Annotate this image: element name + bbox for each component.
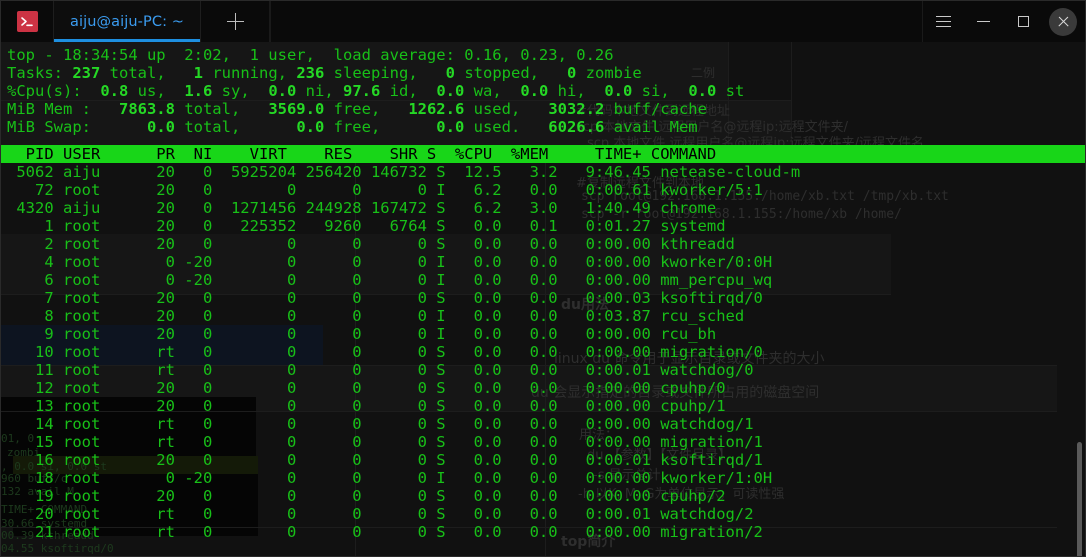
scrollbar-thumb[interactable]	[1077, 442, 1082, 556]
process-row[interactable]: 5062 aiju 20 0 5925204 256420 146732 S 1…	[7, 163, 800, 181]
minimize-icon	[976, 20, 990, 23]
process-row[interactable]: 10 root rt 0 0 0 0 S 0.0 0.0 0:00.00 mig…	[7, 343, 763, 361]
tab-active[interactable]: aiju@aiju-PC: ~	[53, 1, 202, 42]
metric-label: MiB Swap:	[7, 118, 147, 136]
process-row[interactable]: 9 root 20 0 0 0 0 I 0.0 0.0 0:00.00 rcu_…	[7, 325, 716, 343]
metric-value: 1	[193, 64, 203, 82]
process-row[interactable]: 15 root rt 0 0 0 0 S 0.0 0.0 0:00.00 mig…	[7, 433, 763, 451]
process-row[interactable]: 13 root 20 0 0 0 0 S 0.0 0.0 0:00.00 cpu…	[7, 397, 726, 415]
metric-value: 0	[566, 64, 577, 82]
app-icon-button[interactable]	[1, 1, 53, 42]
window-controls	[923, 1, 1085, 42]
metric-label: sy,	[212, 82, 269, 100]
close-icon	[1057, 15, 1070, 28]
metric-label: used,	[464, 100, 549, 118]
metric-value: 3032.2	[548, 100, 605, 118]
plus-icon	[226, 13, 244, 30]
metric-value: 97.6	[343, 82, 381, 100]
metric-value: 0.0	[604, 82, 633, 100]
metric-label: id,	[380, 82, 437, 100]
metric-value: 0.0	[268, 82, 297, 100]
metric-value: 0.0	[436, 82, 465, 100]
metric-value: 1.6	[184, 82, 213, 100]
title-bar-left: aiju@aiju-PC: ~	[1, 1, 271, 42]
maximize-icon	[1017, 16, 1029, 27]
metric-label: Tasks:	[7, 64, 73, 82]
metric-label: %Cpu(s):	[7, 82, 101, 100]
maximize-button[interactable]	[1003, 1, 1043, 42]
title-bar-drag-area[interactable]	[270, 1, 923, 42]
metric-label: zombie	[576, 64, 642, 82]
metric-label: wa,	[464, 82, 521, 100]
process-row[interactable]: 21 root rt 0 0 0 0 S 0.0 0.0 0:00.00 mig…	[7, 523, 763, 541]
metric-value: 0.8	[100, 82, 129, 100]
metric-label: total,	[174, 100, 269, 118]
metric-label: buff/cache	[604, 100, 707, 118]
metric-value: 3569.0	[268, 100, 325, 118]
metric-label: si,	[632, 82, 689, 100]
metric-value: 0	[445, 64, 455, 82]
metric-value: 236	[296, 64, 325, 82]
process-row[interactable]: 4320 aiju 20 0 1271456 244928 167472 S 6…	[7, 199, 716, 217]
metric-value: 6026.6	[548, 118, 605, 136]
top-output: top - 18:34:54 up 2:02, 1 user, load ave…	[1, 42, 1085, 556]
metric-value: 0.0	[296, 118, 325, 136]
metric-label: hi,	[548, 82, 605, 100]
menu-button[interactable]	[923, 1, 963, 42]
process-row[interactable]: 6 root 0 -20 0 0 0 I 0.0 0.0 0:00.00 mm_…	[7, 271, 772, 289]
new-tab-button[interactable]	[201, 1, 271, 42]
metric-value: 0.0	[146, 118, 175, 136]
cpu-line: %Cpu(s): 0.8 us, 1.6 sy, 0.0 ni, 97.6 id…	[7, 82, 744, 100]
metric-label: running,	[203, 64, 297, 82]
metric-label: avail Mem	[604, 118, 698, 136]
title-bar: aiju@aiju-PC: ~	[1, 1, 1085, 42]
metric-label: ni,	[296, 82, 343, 100]
metric-label: free,	[324, 118, 437, 136]
terminal-prompt-icon	[16, 11, 38, 32]
terminal-viewport[interactable]: 二例 #代码本地文件到远程地址 scp 本地文件 远程用户名@远程ip:远程文件夹/…	[1, 42, 1085, 556]
process-row[interactable]: 2 root 20 0 0 0 0 S 0.0 0.0 0:00.00 kthr…	[7, 235, 735, 253]
metric-label: sleeping,	[324, 64, 446, 82]
metric-value: 1262.6	[408, 100, 465, 118]
metric-label: us,	[128, 82, 185, 100]
swap-line: MiB Swap: 0.0 total, 0.0 free, 0.0 used.…	[7, 118, 698, 136]
minimize-button[interactable]	[963, 1, 1003, 42]
mem-line: MiB Mem : 7863.8 total, 3569.0 free, 126…	[7, 100, 707, 118]
process-row[interactable]: 14 root rt 0 0 0 0 S 0.0 0.0 0:00.00 wat…	[7, 415, 754, 433]
process-row[interactable]: 11 root rt 0 0 0 0 S 0.0 0.0 0:00.01 wat…	[7, 361, 754, 379]
process-row[interactable]: 20 root rt 0 0 0 0 S 0.0 0.0 0:00.01 wat…	[7, 505, 754, 523]
process-row[interactable]: 19 root 20 0 0 0 0 S 0.0 0.0 0:00.00 cpu…	[7, 487, 726, 505]
tab-title: aiju@aiju-PC: ~	[70, 13, 185, 30]
metric-value: 0.0	[436, 118, 465, 136]
metric-label: total,	[174, 118, 297, 136]
column-header-row[interactable]: PID USER PR NI VIRT RES SHR S %CPU %MEM …	[1, 145, 1085, 163]
terminal-window: aiju@aiju-PC: ~ 二例 #代码本地文件到远程地址 scp 本地文件…	[0, 0, 1086, 557]
process-row[interactable]: 72 root 20 0 0 0 0 I 6.2 0.0 0:00.61 kwo…	[7, 181, 763, 199]
process-row[interactable]: 18 root 0 -20 0 0 0 I 0.0 0.0 0:00.00 kw…	[7, 469, 772, 487]
uptime-line: top - 18:34:54 up 2:02, 1 user, load ave…	[7, 46, 614, 64]
metric-label: total,	[100, 64, 194, 82]
metric-label: top - 18:34:54 up 2:02, 1 user, load ave…	[7, 46, 614, 64]
metric-label: st	[716, 82, 745, 100]
metric-value: 0.0	[688, 82, 717, 100]
tasks-line: Tasks: 237 total, 1 running, 236 sleepin…	[7, 64, 642, 82]
hamburger-icon	[935, 16, 951, 28]
metric-label: used.	[464, 118, 549, 136]
process-row[interactable]: 7 root 20 0 0 0 0 S 0.0 0.0 0:00.03 ksof…	[7, 289, 763, 307]
process-row[interactable]: 1 root 20 0 225352 9260 6764 S 0.0 0.1 0…	[7, 217, 725, 235]
metric-value: 7863.8	[118, 100, 175, 118]
process-row[interactable]: 8 root 20 0 0 0 0 I 0.0 0.0 0:03.87 rcu_…	[7, 307, 744, 325]
process-row[interactable]: 4 root 0 -20 0 0 0 I 0.0 0.0 0:00.00 kwo…	[7, 253, 772, 271]
metric-value: 237	[72, 64, 101, 82]
metric-value: 0.0	[520, 82, 549, 100]
metric-label: MiB Mem :	[7, 100, 119, 118]
process-row[interactable]: 16 root 20 0 0 0 0 S 0.0 0.0 0:00.01 kso…	[7, 451, 763, 469]
metric-label: stopped,	[455, 64, 567, 82]
metric-label: free,	[324, 100, 409, 118]
close-button[interactable]	[1049, 7, 1077, 36]
process-row[interactable]: 12 root 20 0 0 0 0 S 0.0 0.0 0:00.00 cpu…	[7, 379, 726, 397]
